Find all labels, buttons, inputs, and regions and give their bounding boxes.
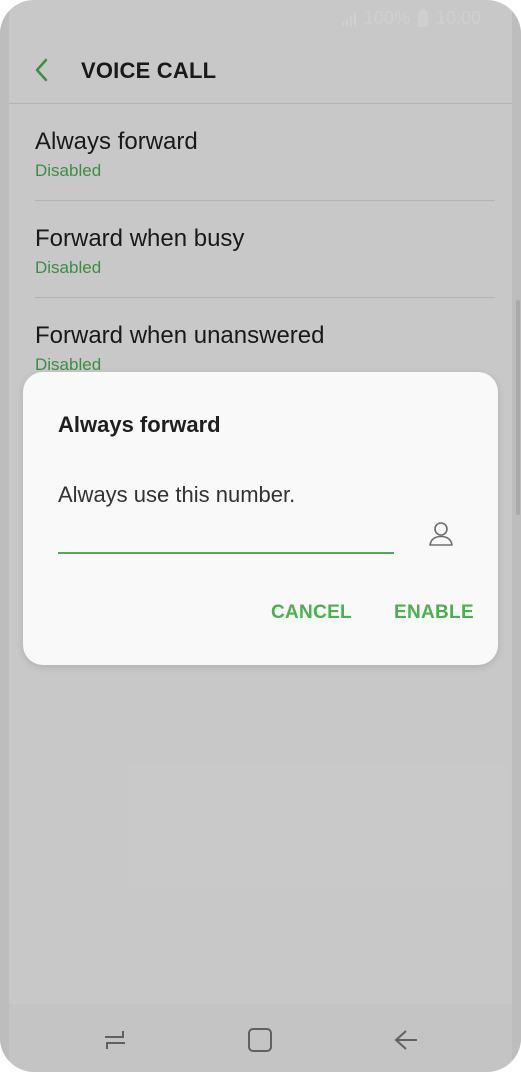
dialog-message: Always use this number. <box>58 482 296 507</box>
always-forward-dialog: Always forward Always use this number. C… <box>23 372 498 665</box>
device-frame-left <box>0 0 9 1072</box>
enable-button[interactable]: ENABLE <box>394 602 474 624</box>
person-icon <box>429 522 453 546</box>
dialog-title: Always forward <box>58 412 221 437</box>
device-side-button <box>516 300 520 515</box>
phone-number-input[interactable] <box>58 518 394 554</box>
phone-screen: 100% 10:00 VOICE CALL Always forward Dis… <box>0 0 521 1072</box>
contacts-button[interactable] <box>421 514 461 554</box>
cancel-button[interactable]: CANCEL <box>271 602 352 624</box>
device-frame-right <box>512 0 521 1072</box>
